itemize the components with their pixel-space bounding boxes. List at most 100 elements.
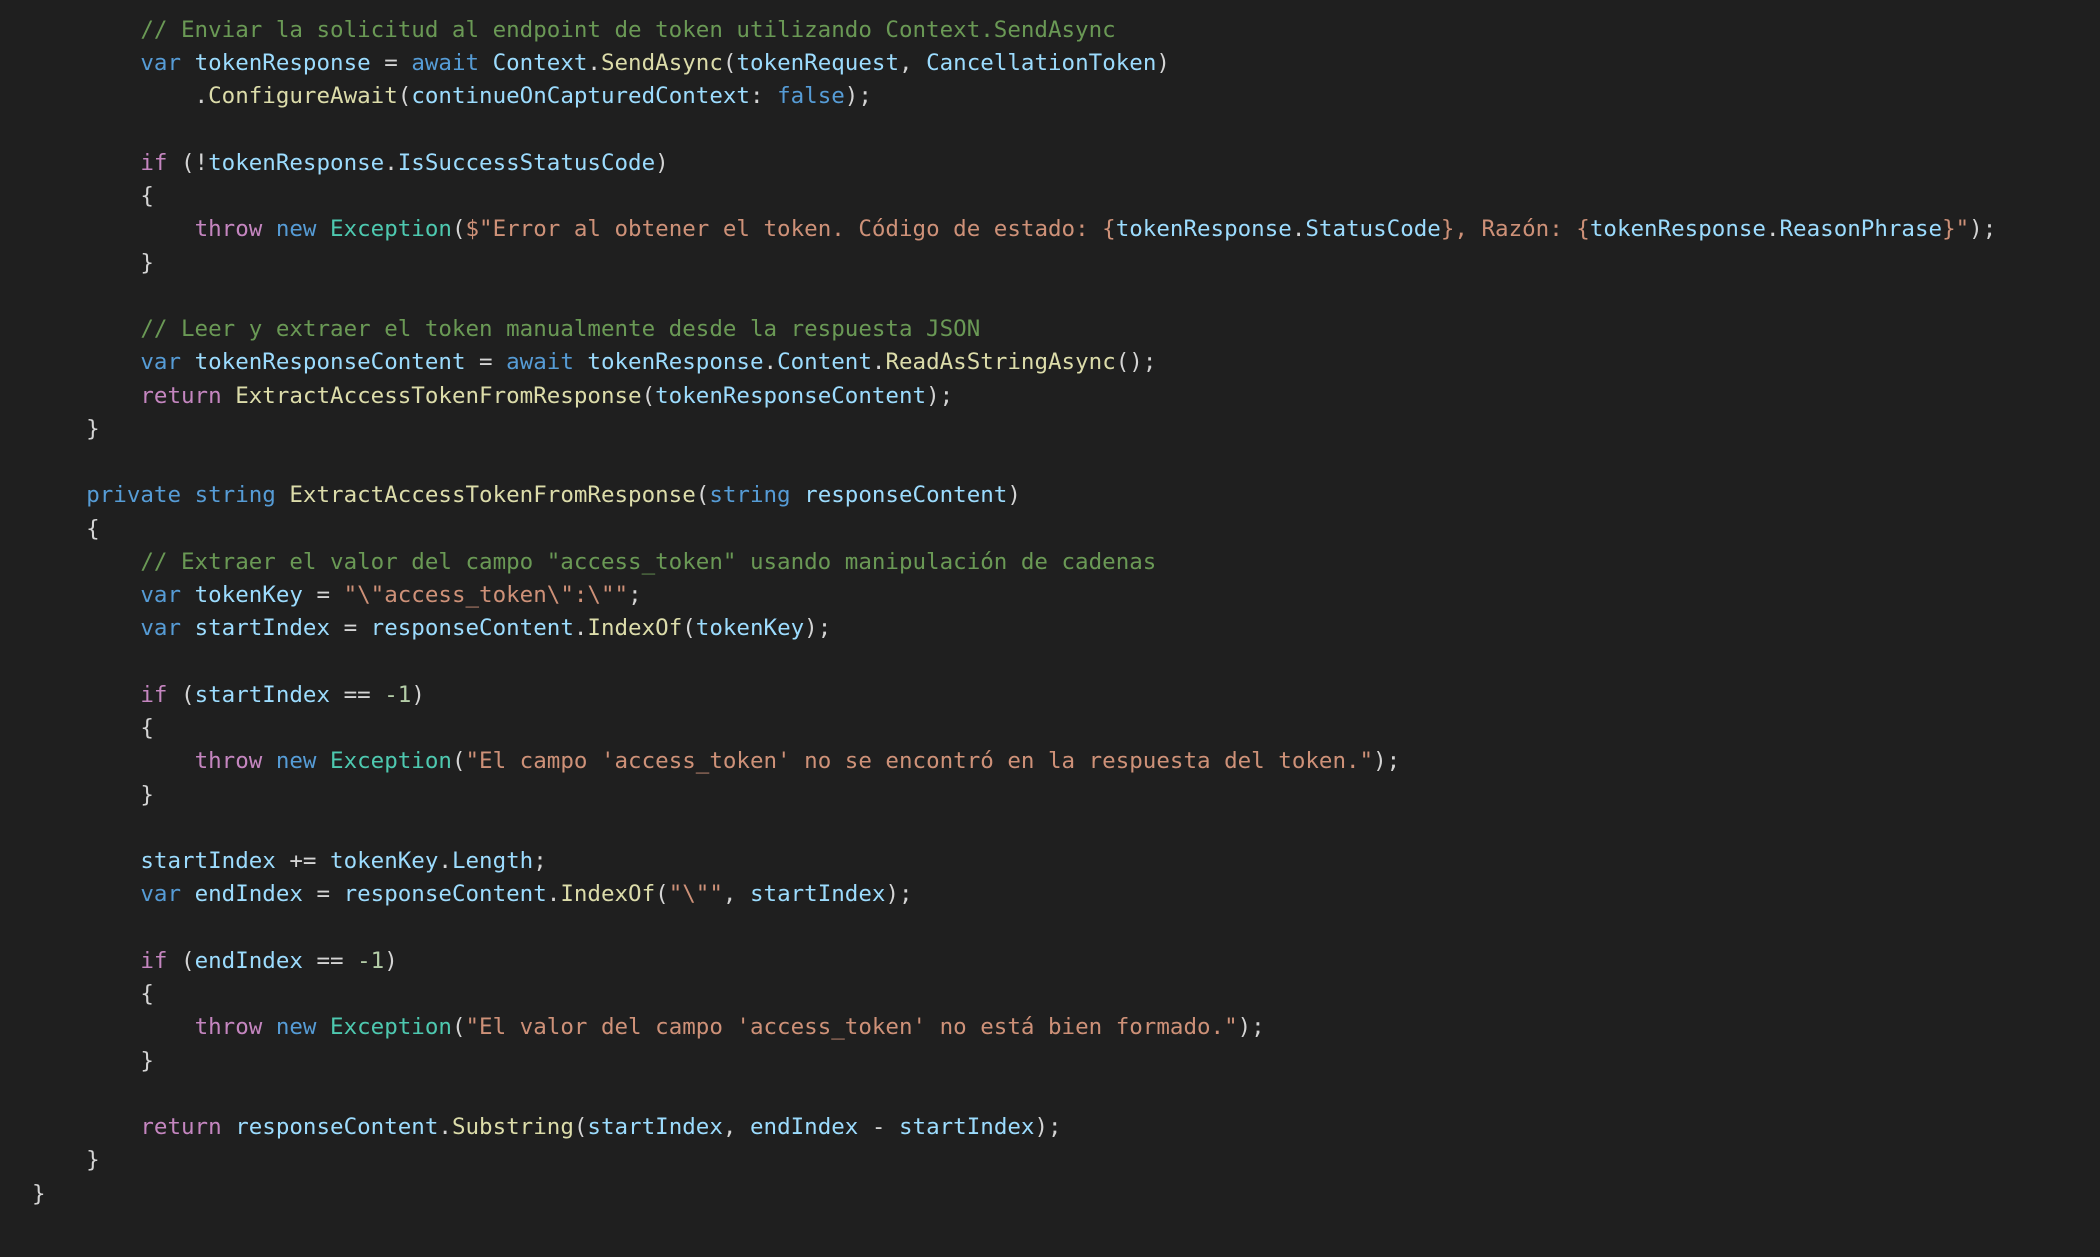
code-token: ); [804, 615, 832, 642]
code-line: } [32, 1178, 46, 1211]
code-token: , [722, 1114, 750, 1141]
code-token: "El campo 'access_token' no se encontró … [465, 748, 1374, 775]
code-token: Context [492, 50, 588, 77]
code-token: , [899, 50, 927, 77]
code-token: (); [1115, 349, 1157, 376]
code-token: ( [167, 681, 195, 708]
code-line: } [32, 1045, 154, 1078]
code-token: startIndex [194, 615, 331, 642]
code-token: throw [194, 1014, 263, 1041]
code-token: ) [1156, 50, 1170, 77]
code-token: ; [628, 582, 642, 609]
code-token: // Leer y extraer el token manualmente d… [140, 316, 981, 343]
code-token: if [140, 149, 168, 176]
code-token: : [749, 83, 778, 110]
code-line: // Enviar la solicitud al endpoint de to… [32, 14, 1115, 47]
code-token: ( [722, 50, 737, 77]
code-token: - [858, 1114, 899, 1141]
code-token: ); [1969, 216, 1997, 243]
code-token: // Extraer el valor del campo "access_to… [140, 548, 1157, 575]
code-token: var [140, 50, 182, 77]
code-token: string [194, 482, 276, 509]
code-token: tokenResponse [194, 50, 371, 77]
code-token: return [140, 1114, 222, 1141]
code-token: . [871, 349, 886, 376]
code-token: string [709, 482, 791, 509]
code-token: ) [655, 149, 669, 176]
code-token: responseContent [804, 482, 1008, 509]
code-token: }" [1942, 216, 1970, 243]
code-token: -1 [384, 681, 412, 708]
code-line: throw new Exception("El valor del campo … [32, 1011, 1265, 1044]
code-token: if [140, 681, 168, 708]
code-token: } [32, 249, 154, 276]
code-line: { [32, 513, 100, 546]
code-line: var tokenKey = "\"access_token\":\""; [32, 579, 642, 612]
code-token: new [275, 748, 317, 775]
code-line: if (startIndex == -1) [32, 679, 424, 712]
code-token: . [438, 848, 452, 875]
code-token: tokenResponse [1115, 216, 1292, 243]
code-token: ); [926, 382, 954, 409]
code-token: . [438, 1114, 452, 1141]
code-line: private string ExtractAccessTokenFromRes… [32, 479, 1021, 512]
code-editor[interactable]: // Enviar la solicitud al endpoint de to… [0, 0, 2100, 1257]
code-token: ( [397, 83, 412, 110]
code-token: StatusCode [1305, 216, 1441, 243]
code-line: var tokenResponse = await Context.SendAs… [32, 47, 1170, 80]
code-token: Exception [330, 216, 452, 243]
code-line: } [32, 1144, 100, 1177]
code-token: SendAsync [600, 50, 723, 77]
code-line: var tokenResponseContent = await tokenRe… [32, 346, 1156, 379]
code-token: var [140, 349, 182, 376]
code-token: "\"access_token\":\"" [343, 582, 629, 609]
code-token: CancellationToken [926, 50, 1157, 77]
code-token: tokenResponse [208, 149, 385, 176]
code-token: tokenKey [194, 582, 303, 609]
code-line: // Leer y extraer el token manualmente d… [32, 313, 980, 346]
code-token: } [32, 1047, 154, 1074]
code-token: ConfigureAwait [208, 83, 398, 110]
code-token: ( [451, 1014, 466, 1041]
code-token: == [330, 681, 385, 708]
code-token: { [32, 981, 154, 1008]
code-token: . [546, 881, 561, 908]
code-token: ) [1007, 482, 1021, 509]
code-token: tokenResponseContent [655, 382, 927, 409]
code-token: ( [695, 482, 710, 509]
code-token: Exception [330, 1014, 452, 1041]
code-token: . [1291, 216, 1306, 243]
code-line: return ExtractAccessTokenFromResponse(to… [32, 380, 953, 413]
code-token: . [384, 149, 398, 176]
code-token: = [302, 881, 344, 908]
code-token: Exception [330, 748, 452, 775]
code-token: ( [451, 216, 466, 243]
code-token: , [722, 881, 750, 908]
code-token: ExtractAccessTokenFromResponse [235, 382, 642, 409]
code-token: = [330, 615, 371, 642]
code-token: { [32, 183, 154, 210]
code-token: ReasonPhrase [1779, 216, 1943, 243]
code-line: { [32, 978, 154, 1011]
code-token: ); [1034, 1114, 1062, 1141]
code-token: await [506, 349, 574, 376]
code-token: tokenResponseContent [194, 349, 466, 376]
code-token: . [573, 615, 588, 642]
